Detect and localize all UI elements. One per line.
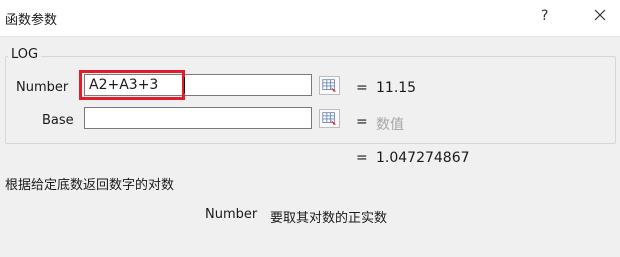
text-caret: [184, 77, 185, 93]
close-icon[interactable]: [592, 7, 608, 23]
base-label: Base: [42, 113, 74, 128]
dialog-titlebar: 函数参数 ?: [0, 0, 620, 37]
number-label: Number: [16, 80, 69, 95]
help-button[interactable]: ?: [541, 8, 548, 24]
function-name: LOG: [8, 47, 42, 62]
equals-sign: =: [356, 114, 368, 130]
range-select-icon[interactable]: [319, 109, 340, 128]
param-name: Number: [205, 207, 258, 222]
equals-sign: =: [356, 150, 368, 166]
input-highlight: [79, 70, 185, 100]
base-input[interactable]: [84, 107, 312, 129]
formula-result: 1.047274867: [376, 150, 470, 166]
equals-sign: =: [356, 80, 368, 96]
range-select-icon[interactable]: [319, 76, 340, 95]
dialog-title: 函数参数: [5, 13, 58, 28]
function-description: 根据给定底数返回数字的对数: [5, 178, 175, 193]
param-description: 要取其对数的正实数: [270, 211, 388, 226]
number-result: 11.15: [376, 80, 417, 96]
base-placeholder: 数值: [376, 117, 404, 133]
